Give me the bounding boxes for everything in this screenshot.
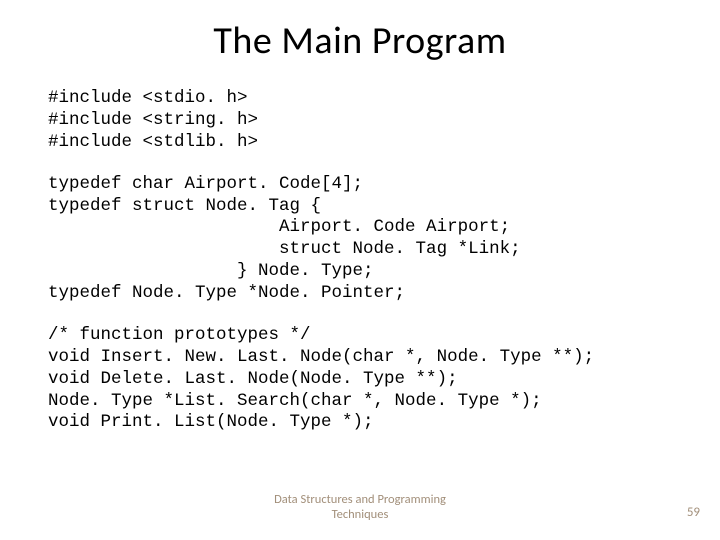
code-block-includes: #include <stdio. h> #include <string. h>… [48,88,672,154]
slide-title: The Main Program [48,18,672,64]
page-number: 59 [687,505,700,520]
code-block-prototypes: /* function prototypes */ void Insert. N… [48,325,672,434]
footer-text: Data Structures and Programming Techniqu… [0,492,720,522]
code-block-typedefs: typedef char Airport. Code[4]; typedef s… [48,174,672,305]
slide: The Main Program #include <stdio. h> #in… [0,0,720,540]
